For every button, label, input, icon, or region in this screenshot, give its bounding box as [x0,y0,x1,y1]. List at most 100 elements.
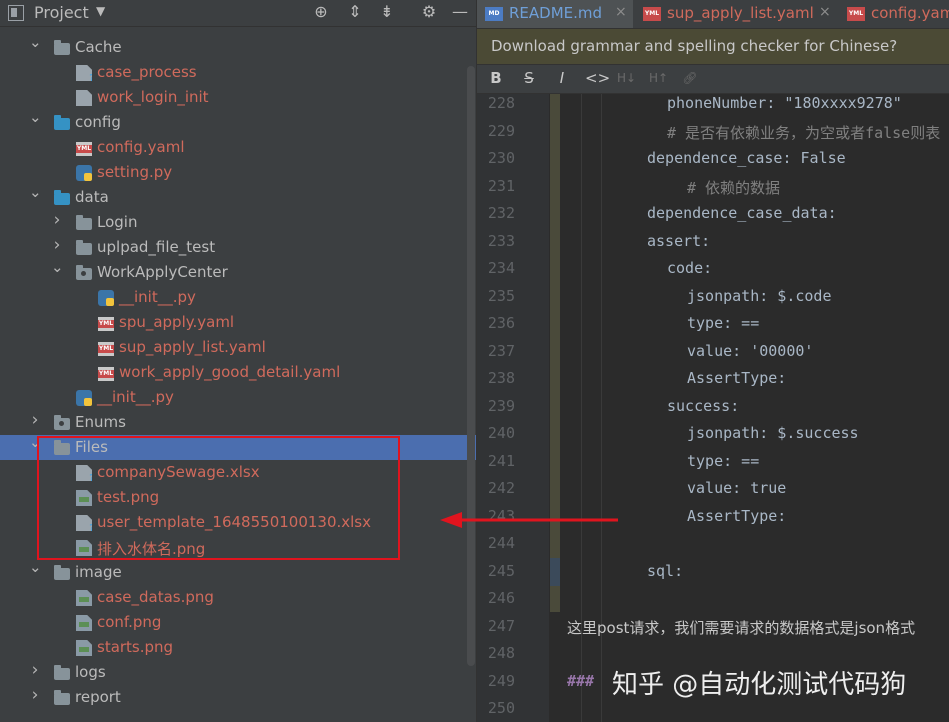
chevron-right-icon[interactable]: › [29,410,41,430]
heading-increase-button[interactable]: H↑ [649,71,668,85]
line-number: 250 [487,699,515,717]
chevron-down-icon[interactable]: ⌄ [29,33,42,51]
python-file-icon [98,290,114,306]
chevron-right-icon[interactable]: › [51,235,63,255]
heading-decrease-button[interactable]: H↓ [617,71,636,85]
project-scrollbar[interactable] [467,66,475,666]
collapse-all-icon[interactable]: ⇟ [377,2,397,21]
code-text: value: true [687,479,787,497]
chevron-down-icon[interactable]: ⌄ [29,558,42,576]
editor-tabs: MD README.md × YML sup_apply_list.yaml × YML co… [477,0,949,29]
code-line: 235 jsonpath: $.code [477,283,949,310]
tree-row[interactable]: › Login [0,210,477,235]
tab-label: sup_apply_list.yaml [667,4,814,22]
file-icon [76,90,92,106]
editor-tab[interactable]: YML sup_apply_list.yaml × [635,0,837,28]
code-text: # 是否有依赖业务，为空或者false则表 [667,123,941,142]
tree-row[interactable]: › report [0,685,477,710]
tree-row[interactable]: config.yaml [0,135,477,160]
tab-label: README.md [509,4,603,22]
line-number: 240 [487,424,515,442]
code-line: 237 value: '00000' [477,338,949,365]
bold-button[interactable]: B [487,69,505,87]
tree-item-label: Cache [75,38,122,56]
tree-item-label: case_process [97,63,197,81]
package-folder-icon [54,415,70,430]
line-number: 248 [487,644,515,662]
tree-row[interactable]: conf.png [0,610,477,635]
line-number: 246 [487,589,515,607]
close-icon[interactable]: × [819,4,831,20]
line-number: 245 [487,561,515,580]
tree-row[interactable]: work_login_init [0,85,477,110]
line-number: 230 [487,149,515,167]
tree-row[interactable]: ⌄ WorkApplyCenter [0,258,477,285]
tree-row[interactable]: ⌄ config [0,108,477,135]
chevron-right-icon[interactable]: › [29,685,41,705]
tree-row[interactable]: › Enums [0,410,477,435]
tree-row[interactable]: sup_apply_list.yaml [0,335,477,360]
code-line: 232 dependence_case_data: [477,200,949,227]
tree-item-label: starts.png [97,638,174,656]
image-file-icon [76,640,92,656]
tree-item-label: __init__.py [97,388,174,406]
strikethrough-button[interactable]: S [520,69,538,87]
tree-item-label: image [75,563,122,581]
tree-row[interactable]: ⌄ image [0,558,477,585]
tree-item-label: work_apply_good_detail.yaml [119,363,341,381]
expand-all-icon[interactable]: ⇕ [345,2,365,21]
code-text: jsonpath: $.success [687,424,859,442]
editor-tab[interactable]: MD README.md × [477,0,633,28]
grammar-notice-text[interactable]: Download grammar and spelling checker fo… [491,37,897,55]
chevron-down-icon[interactable]: ⌄ [29,183,42,201]
zhihu-watermark: 知乎 @自动化测试代码狗 [612,670,907,700]
link-icon[interactable]: 🔗︎ [681,71,699,85]
yaml-file-icon [76,142,92,156]
chevron-right-icon[interactable]: › [51,210,63,230]
tree-row[interactable]: work_apply_good_detail.yaml [0,360,477,385]
tree-row[interactable]: case_datas.png [0,585,477,610]
chevron-right-icon[interactable]: › [29,660,41,680]
project-view-selector[interactable]: Project [34,3,89,22]
code-line: 246 [477,585,949,612]
code-line: 233 assert: [477,228,949,255]
code-line: 244 [477,530,949,557]
code-text: dependence_case: False [647,149,846,167]
tree-row[interactable]: __init__.py [0,385,477,410]
code-text: 这里post请求，我们需要请求的数据格式是json格式 [567,618,916,637]
italic-button[interactable]: I [553,69,571,87]
tree-row[interactable]: case_process [0,60,477,85]
tree-row[interactable]: spu_apply.yaml [0,310,477,335]
tree-item-label: work_login_init [97,88,209,106]
tree-row[interactable]: › logs [0,660,477,685]
tab-label: config.yam [871,4,949,22]
tree-row[interactable]: __init__.py [0,285,477,310]
tree-item-label: sup_apply_list.yaml [119,338,266,356]
code-text: AssertType: [687,369,787,387]
tree-row[interactable]: ⌄ data [0,183,477,210]
tree-row[interactable]: › uplpad_file_test [0,235,477,260]
line-number: 238 [487,369,515,387]
code-line: 240 jsonpath: $.success [477,420,949,447]
python-file-icon [76,165,92,181]
target-icon[interactable]: ⊕ [311,2,331,21]
editor-tab[interactable]: YML config.yam [839,0,949,28]
tree-row[interactable]: ⌄ Cache [0,33,477,60]
code-line: 242 value: true [477,475,949,502]
image-file-icon [76,615,92,631]
chevron-down-icon[interactable]: ⌄ [29,108,42,126]
close-icon[interactable]: × [615,4,627,20]
code-text: type: == [687,451,760,470]
chevron-down-icon[interactable]: ▼ [96,4,105,18]
gear-icon[interactable]: ⚙ [419,2,439,21]
unknown-file-icon [76,65,92,81]
minimize-icon[interactable]: — [450,2,470,21]
folder-icon [54,690,70,705]
code-line: 236 type: == [477,310,949,337]
tree-item-label: Login [97,213,138,231]
chevron-down-icon[interactable]: ⌄ [51,258,64,276]
code-button[interactable]: <> [585,69,610,87]
code-line: 241 type: == [477,448,949,475]
tree-row[interactable]: starts.png [0,635,477,660]
tree-row[interactable]: setting.py [0,160,477,185]
